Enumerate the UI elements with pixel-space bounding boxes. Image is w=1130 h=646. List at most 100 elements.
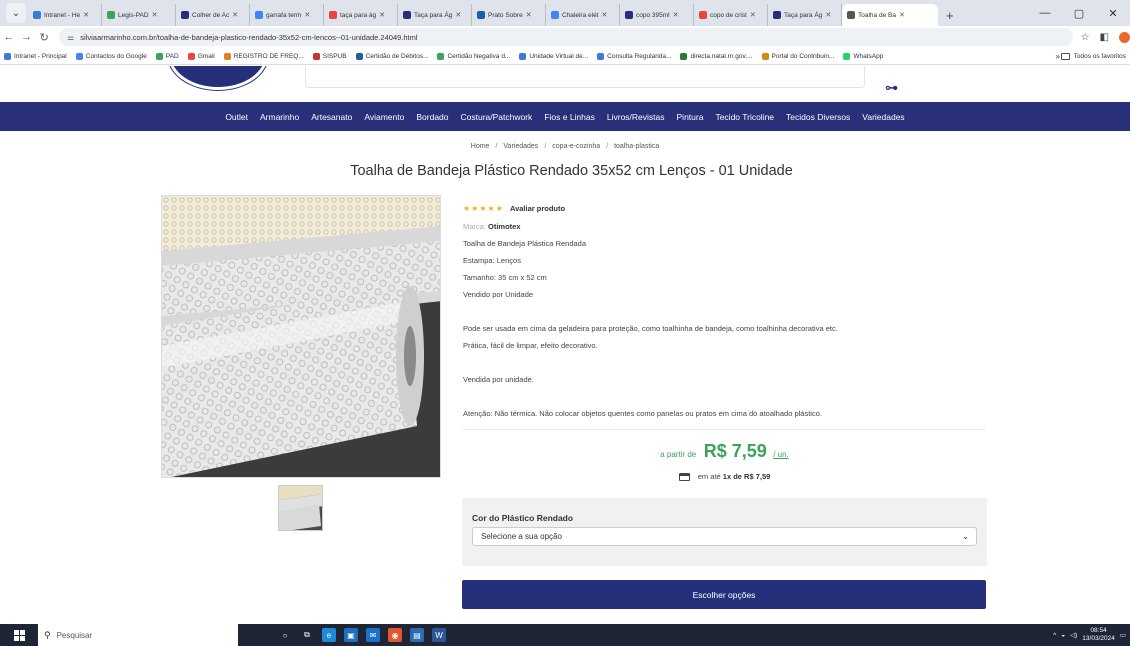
close-tab-icon[interactable]: ✕ [152,11,158,19]
desc-paragraph: Prática, fácil de limpar, efeito decorat… [463,341,598,350]
store-icon[interactable]: ▣ [344,628,358,642]
maximize-button[interactable]: ▢ [1062,7,1096,20]
bookmark-label: PAD [165,52,179,60]
browser-tab[interactable]: Legis-PAD ✕ [102,4,176,26]
close-tab-icon[interactable]: ✕ [455,11,461,19]
bookmark-item[interactable]: Certidão de Débitos... [355,52,428,60]
new-tab-button[interactable]: + [938,8,962,26]
bookmark-item[interactable]: Unidade Virtual de... [519,52,588,60]
volume-icon[interactable]: ◁) [1070,631,1077,639]
breadcrumb-link[interactable]: Home [471,143,490,150]
close-tab-icon[interactable]: ✕ [304,11,310,19]
bookmark-item[interactable]: Portal do Contribuin... [761,52,834,60]
bookmark-item[interactable]: PAD [155,52,179,60]
nav-item[interactable]: Aviamento [358,112,410,122]
reload-icon[interactable]: ↻ [35,31,53,44]
browser-tab[interactable]: Colher de Ac ✕ [176,4,250,26]
close-tab-icon[interactable]: ✕ [602,11,608,19]
bookmark-favicon-icon [597,52,605,60]
close-tab-icon[interactable]: ✕ [379,11,385,19]
close-tab-icon[interactable]: ✕ [825,11,831,19]
bookmark-item[interactable]: Gmail [187,52,215,60]
browser-tab[interactable]: Taça para Ág ✕ [398,4,472,26]
nav-item[interactable]: Livros/Revistas [601,112,671,122]
browser-tab[interactable]: Intranet - He ✕ [28,4,102,26]
close-tab-icon[interactable]: ✕ [899,11,905,19]
nav-item[interactable]: Costura/Patchwork [455,112,539,122]
brand-value[interactable]: Otimotex [488,222,521,231]
close-tab-icon[interactable]: ✕ [232,11,238,19]
rate-product-link[interactable]: Avaliar produto [510,204,565,213]
clock[interactable]: 08:54 13/03/2024 [1082,627,1115,643]
mail-icon[interactable]: ✉ [366,628,380,642]
close-tab-icon[interactable]: ✕ [750,11,756,19]
bookmark-favicon-icon [155,52,163,60]
side-panel-icon[interactable]: ◧ [1100,32,1109,43]
network-icon[interactable]: ◒ [1061,632,1065,639]
bookmark-item[interactable]: Contactos do Google [75,52,147,60]
taskbar-search-input[interactable]: ⚲ Pesquisar [38,624,238,646]
choose-options-button[interactable]: Escolher opções [462,580,986,609]
site-logo[interactable] [168,66,268,90]
bookmark-item[interactable]: Intranet - Principal [4,52,67,60]
bookmark-item[interactable]: SISPUB [312,52,347,60]
nav-item[interactable]: Artesanato [305,112,358,122]
nav-item[interactable]: Tecido Tricoline [709,112,780,122]
browser-tab[interactable]: garrafa term ✕ [250,4,324,26]
windows-start-icon[interactable] [0,624,38,646]
url-input[interactable]: ⚌ silviaarmarinho.com.br/toalha-de-bande… [59,28,1073,46]
nav-item[interactable]: Variedades [856,112,910,122]
browser-tab[interactable]: copo 395ml ✕ [620,4,694,26]
browser-tab[interactable]: Chaleira elét ✕ [546,4,620,26]
browser-tab[interactable]: Prato Sobre ✕ [472,4,546,26]
close-tab-icon[interactable]: ✕ [526,11,532,19]
tab-title: Intranet - He [44,11,81,19]
nav-item[interactable]: Armarinho [254,112,305,122]
task-view-icon[interactable]: ⧉ [300,628,314,642]
profile-avatar[interactable] [1118,31,1130,43]
notifications-icon[interactable]: ▭ [1120,631,1126,639]
close-window-button[interactable]: ✕ [1096,7,1130,20]
browser-tab[interactable]: Taça para Ág ✕ [768,4,842,26]
word-icon[interactable]: W [432,628,446,642]
login-key-icon[interactable]: ⊶ [885,80,898,96]
nav-item[interactable]: Bordado [410,112,454,122]
nav-item[interactable]: Fios e Linhas [538,112,601,122]
color-select[interactable]: Selecione a sua opção ⌄ [472,527,977,546]
all-favorites-button[interactable]: Todos os favoritos [1060,52,1126,60]
edge-icon[interactable]: e [322,628,336,642]
bookmark-item[interactable]: WhatsApp [843,52,883,60]
nav-item[interactable]: Tecidos Diversos [780,112,856,122]
bookmarks-overflow-button[interactable]: » [1056,52,1060,61]
bookmark-star-icon[interactable]: ☆ [1081,32,1090,43]
calculator-icon[interactable]: ▤ [410,628,424,642]
cortana-icon[interactable]: ○ [278,628,292,642]
close-tab-icon[interactable]: ✕ [673,11,679,19]
desc-line: Toalha de Bandeja Plástica Rendada [463,239,587,248]
back-icon[interactable]: ← [0,31,18,43]
bookmark-item[interactable]: directa.natal.rn.gov.... [680,52,753,60]
credit-card-icon [678,473,690,482]
bookmark-item[interactable]: REGISTRO DE FREQ... [223,52,304,60]
nav-item[interactable]: Pintura [671,112,710,122]
bookmark-item[interactable]: Certidão Negativa d... [437,52,510,60]
site-search-input[interactable] [305,66,865,88]
nav-item[interactable]: Outlet [219,112,254,122]
browser-tab[interactable]: copo de crist ✕ [694,4,768,26]
bookmark-item[interactable]: Consulta Regularida... [597,52,671,60]
breadcrumb-link[interactable]: copa-e-cozinha [552,143,600,150]
chrome-icon[interactable]: ◉ [388,628,402,642]
price-value: R$ 7,59 [703,441,767,461]
browser-tab[interactable]: Toalha de Ba ✕ [842,4,938,26]
breadcrumb-link[interactable]: toalha-plastica [614,143,659,150]
product-main-image[interactable] [161,195,441,478]
site-info-icon[interactable]: ⚌ [67,33,74,42]
tab-search-menu-icon[interactable]: ⌄ [6,3,26,23]
minimize-button[interactable]: — [1028,7,1062,19]
browser-tab[interactable]: taça para ág ✕ [324,4,398,26]
forward-icon[interactable]: → [18,31,36,43]
tray-overflow-icon[interactable]: ^ [1053,632,1056,639]
breadcrumb-link[interactable]: Variedades [503,143,538,150]
product-thumbnail[interactable] [278,485,323,531]
close-tab-icon[interactable]: ✕ [83,11,89,19]
